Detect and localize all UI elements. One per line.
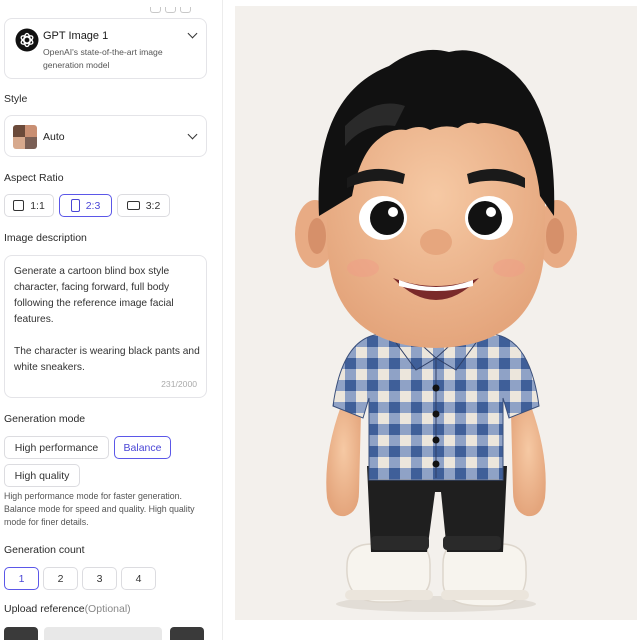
count-option-3[interactable]: 3 [82, 567, 117, 590]
image-description-text: Generate a cartoon blind box style chara… [14, 266, 200, 373]
panel-divider [222, 0, 223, 640]
aspect-ratio-option-label: 2:3 [85, 199, 101, 212]
generation-mode-label: Generation mode [4, 413, 86, 425]
generation-mode-helper: High performance mode for faster generat… [4, 491, 195, 527]
character-counter: 231/2000 [161, 379, 197, 389]
model-selector[interactable]: GPT Image 1 OpenAI's state-of-the-art im… [4, 18, 207, 79]
image-description-textarea[interactable]: Generate a cartoon blind box style chara… [4, 255, 207, 398]
settings-sidebar: GPT Image 1 OpenAI's state-of-the-art im… [0, 0, 222, 640]
square-ratio-icon [13, 200, 25, 211]
generated-image[interactable] [235, 6, 637, 620]
mode-high-quality[interactable]: High quality [4, 464, 80, 487]
optional-tag: (Optional) [84, 603, 131, 615]
openai-logo-icon [15, 28, 39, 52]
aspect-ratio-option-label: 3:2 [145, 199, 161, 212]
mode-high-performance[interactable]: High performance [4, 436, 109, 459]
style-value: Auto [43, 131, 65, 143]
count-option-1[interactable]: 1 [4, 567, 39, 590]
aspect-ratio-label: Aspect Ratio [4, 172, 64, 184]
chevron-down-icon[interactable] [187, 28, 198, 39]
mode-balance[interactable]: Balance [114, 436, 171, 459]
image-description-label: Image description [4, 232, 87, 244]
style-selector[interactable]: Auto [4, 115, 207, 157]
model-name: GPT Image 1 [43, 30, 109, 42]
aspect-ratio-1-1[interactable]: 1:1 [4, 194, 54, 217]
chevron-down-icon[interactable] [187, 129, 198, 140]
portrait-ratio-icon [70, 199, 80, 212]
count-option-4[interactable]: 4 [121, 567, 156, 590]
style-label: Style [4, 93, 28, 105]
aspect-ratio-2-3[interactable]: 2:3 [59, 194, 112, 217]
aspect-ratio-3-2[interactable]: 3:2 [117, 194, 170, 217]
top-toolbar-icons [150, 0, 200, 13]
generation-count-label: Generation count [4, 544, 85, 556]
cartoon-character-illustration [295, 49, 577, 612]
landscape-ratio-icon [126, 201, 140, 210]
model-description: OpenAI's state-of-the-art image generati… [43, 47, 163, 70]
aspect-ratio-option-label: 1:1 [30, 199, 45, 212]
upload-reference-thumbnails[interactable] [4, 627, 204, 640]
style-thumbnail [13, 125, 37, 149]
upload-reference-label: Upload reference(Optional) [4, 603, 131, 615]
count-option-2[interactable]: 2 [43, 567, 78, 590]
upload-reference-title: Upload reference [4, 603, 85, 615]
